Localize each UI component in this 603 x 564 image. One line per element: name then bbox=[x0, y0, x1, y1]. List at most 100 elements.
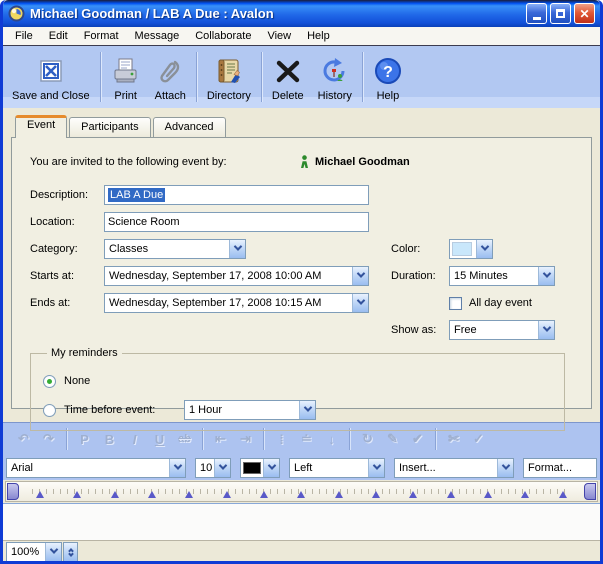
chevron-down-icon[interactable] bbox=[229, 240, 245, 258]
directory-button[interactable]: Directory bbox=[200, 49, 258, 108]
help-button[interactable]: ? Help bbox=[366, 49, 410, 108]
chevron-down-icon[interactable] bbox=[476, 240, 492, 258]
chevron-down-icon[interactable] bbox=[352, 294, 368, 312]
reminder-time-dropdown[interactable]: 1 Hour bbox=[184, 400, 316, 420]
ends-at-value: Wednesday, September 17, 2008 10:15 AM bbox=[109, 297, 352, 309]
rotate-icon[interactable]: ↻ bbox=[355, 431, 380, 447]
menu-help[interactable]: Help bbox=[299, 28, 338, 44]
chevron-down-icon[interactable] bbox=[169, 459, 185, 477]
tab-participants[interactable]: Participants bbox=[69, 117, 150, 138]
ends-at-dropdown[interactable]: Wednesday, September 17, 2008 10:15 AM bbox=[104, 293, 369, 313]
maximize-button[interactable] bbox=[550, 3, 571, 24]
tab-event[interactable]: Event bbox=[15, 115, 67, 138]
menu-view[interactable]: View bbox=[259, 28, 299, 44]
help-icon: ? bbox=[373, 54, 403, 88]
category-dropdown[interactable]: Classes bbox=[104, 239, 246, 259]
alignment-value: Left bbox=[294, 462, 368, 474]
chevron-down-icon[interactable] bbox=[352, 267, 368, 285]
location-label: Location: bbox=[30, 216, 104, 228]
category-label: Category: bbox=[30, 243, 104, 255]
outdent-icon[interactable]: ⇤ bbox=[208, 431, 233, 447]
insert-below-icon[interactable]: ↓ bbox=[319, 432, 344, 447]
format-dropdown[interactable]: Format... bbox=[523, 458, 597, 478]
location-value: Science Room bbox=[108, 216, 180, 228]
undo-icon[interactable]: ↶ bbox=[11, 431, 36, 447]
zoom-spinner[interactable] bbox=[63, 542, 78, 562]
menu-edit[interactable]: Edit bbox=[41, 28, 76, 44]
chevron-down-icon[interactable] bbox=[497, 459, 513, 477]
history-icon bbox=[320, 54, 350, 88]
zoom-dropdown[interactable]: 100% bbox=[6, 542, 62, 562]
chevron-down-icon[interactable] bbox=[214, 459, 230, 477]
show-as-label: Show as: bbox=[391, 324, 449, 336]
chevron-down-icon[interactable] bbox=[538, 321, 554, 339]
status-bar: 100% bbox=[3, 541, 600, 563]
chevron-down-icon[interactable] bbox=[263, 459, 279, 477]
draw-icon[interactable]: ✎ bbox=[380, 431, 405, 447]
print-icon bbox=[111, 54, 141, 88]
starts-at-value: Wednesday, September 17, 2008 10:00 AM bbox=[109, 270, 352, 282]
directory-icon bbox=[214, 54, 244, 88]
text-color-dropdown[interactable] bbox=[240, 458, 280, 478]
tab-advanced[interactable]: Advanced bbox=[153, 117, 226, 138]
description-field[interactable]: LAB A Due bbox=[104, 185, 369, 205]
italic-icon[interactable]: I bbox=[122, 432, 147, 447]
duration-dropdown[interactable]: 15 Minutes bbox=[449, 266, 555, 286]
chevron-down-icon[interactable] bbox=[299, 401, 315, 419]
save-and-close-icon bbox=[36, 54, 66, 88]
starts-at-label: Starts at: bbox=[30, 270, 104, 282]
redo-icon[interactable]: ↷ bbox=[36, 431, 61, 447]
signature-icon[interactable]: ✄ bbox=[441, 431, 466, 447]
insert-dropdown[interactable]: Insert... bbox=[394, 458, 514, 478]
chevron-down-icon[interactable] bbox=[538, 267, 554, 285]
font-family-dropdown[interactable]: Arial bbox=[6, 458, 186, 478]
approve-icon[interactable]: ✔ bbox=[405, 431, 430, 447]
spellcheck-icon[interactable]: ✓ bbox=[466, 431, 491, 447]
ruler[interactable] bbox=[5, 481, 598, 502]
starts-at-dropdown[interactable]: Wednesday, September 17, 2008 10:00 AM bbox=[104, 266, 369, 286]
menu-format[interactable]: Format bbox=[76, 28, 127, 44]
baseline-icon[interactable]: ≐ bbox=[294, 431, 319, 447]
font-toolbar: Arial 10 Left Insert... Format... bbox=[3, 455, 600, 480]
close-icon: ✕ bbox=[579, 8, 589, 20]
right-margin-marker[interactable] bbox=[584, 483, 596, 500]
chevron-down-icon[interactable] bbox=[45, 543, 61, 561]
paragraph-icon[interactable]: P bbox=[72, 432, 97, 447]
location-field[interactable]: Science Room bbox=[104, 212, 369, 232]
reminder-none-label: None bbox=[64, 375, 90, 387]
attach-button[interactable]: Attach bbox=[148, 49, 193, 108]
toolbar-separator bbox=[362, 52, 363, 102]
strikethrough-icon[interactable]: ab bbox=[172, 433, 197, 445]
attach-label: Attach bbox=[155, 90, 186, 102]
menu-collaborate[interactable]: Collaborate bbox=[187, 28, 259, 44]
all-day-event-checkbox[interactable] bbox=[449, 297, 462, 310]
delete-button[interactable]: Delete bbox=[265, 49, 311, 108]
minimize-button[interactable] bbox=[526, 3, 547, 24]
menu-message[interactable]: Message bbox=[127, 28, 188, 44]
description-value: LAB A Due bbox=[108, 188, 165, 202]
save-and-close-button[interactable]: Save and Close bbox=[5, 49, 97, 108]
title-bar[interactable]: Michael Goodman / LAB A Due : Avalon ✕ bbox=[3, 0, 600, 27]
reminder-none-radio[interactable] bbox=[43, 375, 56, 388]
toolbar-separator bbox=[100, 52, 101, 102]
alignment-dropdown[interactable]: Left bbox=[289, 458, 385, 478]
my-reminders-legend: My reminders bbox=[47, 347, 122, 359]
history-button[interactable]: History bbox=[311, 49, 359, 108]
font-size-dropdown[interactable]: 10 bbox=[195, 458, 231, 478]
tab-marker-icon[interactable]: ⁞ bbox=[269, 432, 294, 447]
format-value: Format... bbox=[528, 462, 596, 474]
print-button[interactable]: Print bbox=[104, 49, 148, 108]
left-margin-marker[interactable] bbox=[7, 483, 19, 500]
bold-icon[interactable]: B bbox=[97, 432, 122, 447]
main-toolbar: Save and Close Print Attach bbox=[3, 46, 600, 108]
show-as-dropdown[interactable]: Free bbox=[449, 320, 555, 340]
description-label: Description: bbox=[30, 189, 104, 201]
indent-icon[interactable]: ⇥ bbox=[233, 431, 258, 447]
close-button[interactable]: ✕ bbox=[574, 3, 595, 24]
color-dropdown[interactable] bbox=[449, 239, 493, 259]
menu-file[interactable]: File bbox=[7, 28, 41, 44]
message-body[interactable] bbox=[3, 503, 600, 541]
chevron-down-icon[interactable] bbox=[368, 459, 384, 477]
reminder-time-radio[interactable] bbox=[43, 404, 56, 417]
underline-icon[interactable]: U bbox=[147, 432, 172, 447]
